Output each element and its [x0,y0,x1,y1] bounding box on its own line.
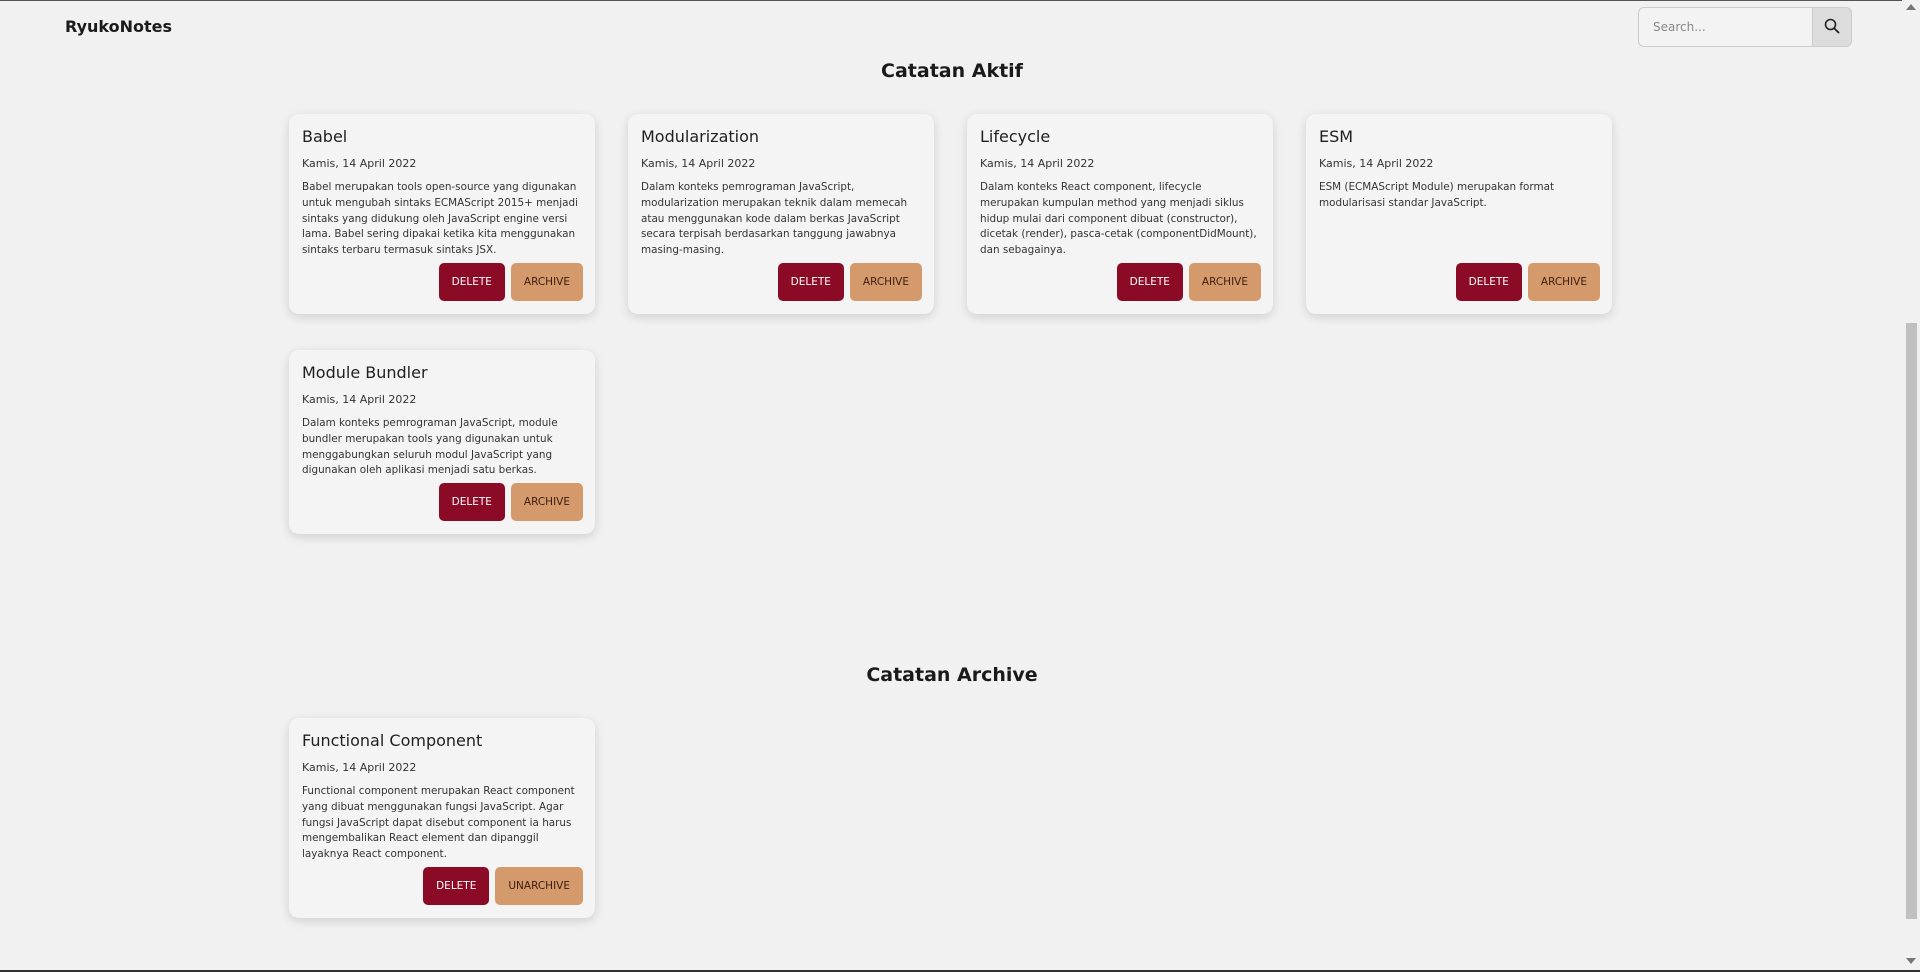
delete-button[interactable]: DELETE [423,867,490,905]
note-actions: DELETE ARCHIVE [777,263,922,301]
note-body: ESM (ECMAScript Module) merupakan format… [1319,181,1555,209]
search-bar [1638,7,1852,47]
note-body: Dalam konteks React component, lifecycle… [980,181,1257,257]
note-title: ESM [1319,127,1354,146]
note-date: Kamis, 14 April 2022 [302,393,417,406]
note-card: Modularization Kamis, 14 April 2022 Dala… [628,114,934,314]
note-date: Kamis, 14 April 2022 [980,157,1095,170]
brand-title[interactable]: RyukoNotes [65,17,172,36]
note-body: Dalam konteks pemrograman JavaScript, mo… [641,181,908,257]
note-card: Module Bundler Kamis, 14 April 2022 Dala… [289,350,595,534]
note-title: Module Bundler [302,363,428,382]
note-date: Kamis, 14 April 2022 [302,761,417,774]
delete-button[interactable]: DELETE [1455,263,1522,301]
scrollbar-thumb[interactable] [1906,323,1917,919]
archive-button[interactable]: ARCHIVE [1527,263,1600,301]
note-actions: DELETE ARCHIVE [1455,263,1600,301]
note-body: Dalam konteks pemrograman JavaScript, mo… [302,417,558,477]
note-body: Functional component merupakan React com… [302,785,575,861]
note-actions: DELETE UNARCHIVE [423,867,583,905]
search-icon [1824,18,1840,37]
delete-button[interactable]: DELETE [1116,263,1183,301]
delete-button[interactable]: DELETE [438,483,505,521]
note-card-archived: Functional Component Kamis, 14 April 202… [289,718,595,918]
note-actions: DELETE ARCHIVE [438,483,583,521]
archive-button[interactable]: ARCHIVE [510,483,583,521]
note-actions: DELETE ARCHIVE [1116,263,1261,301]
delete-button[interactable]: DELETE [438,263,505,301]
scroll-down-arrow-icon[interactable] [1906,958,1916,964]
archive-button[interactable]: ARCHIVE [510,263,583,301]
delete-button[interactable]: DELETE [777,263,844,301]
note-title: Lifecycle [980,127,1051,146]
note-title: Modularization [641,127,760,146]
unarchive-button[interactable]: UNARCHIVE [495,867,583,905]
note-title: Babel [302,127,348,146]
archive-button[interactable]: ARCHIVE [849,263,922,301]
search-input[interactable] [1638,7,1812,47]
search-button[interactable] [1812,7,1852,47]
note-body: Babel merupakan tools open-source yang d… [302,181,578,257]
note-date: Kamis, 14 April 2022 [302,157,417,170]
note-date: Kamis, 14 April 2022 [641,157,756,170]
archived-notes-title: Catatan Archive [866,664,1038,686]
scroll-up-arrow-icon[interactable] [1906,4,1916,10]
note-card: Lifecycle Kamis, 14 April 2022 Dalam kon… [967,114,1273,314]
note-actions: DELETE ARCHIVE [438,263,583,301]
archive-button[interactable]: ARCHIVE [1188,263,1261,301]
note-card: Babel Kamis, 14 April 2022 Babel merupak… [289,114,595,314]
note-date: Kamis, 14 April 2022 [1319,157,1434,170]
note-title: Functional Component [302,731,483,750]
note-card: ESM Kamis, 14 April 2022 ESM (ECMAScript… [1306,114,1612,314]
active-notes-title: Catatan Aktif [881,60,1023,82]
navbar: RyukoNotes [0,1,1900,53]
